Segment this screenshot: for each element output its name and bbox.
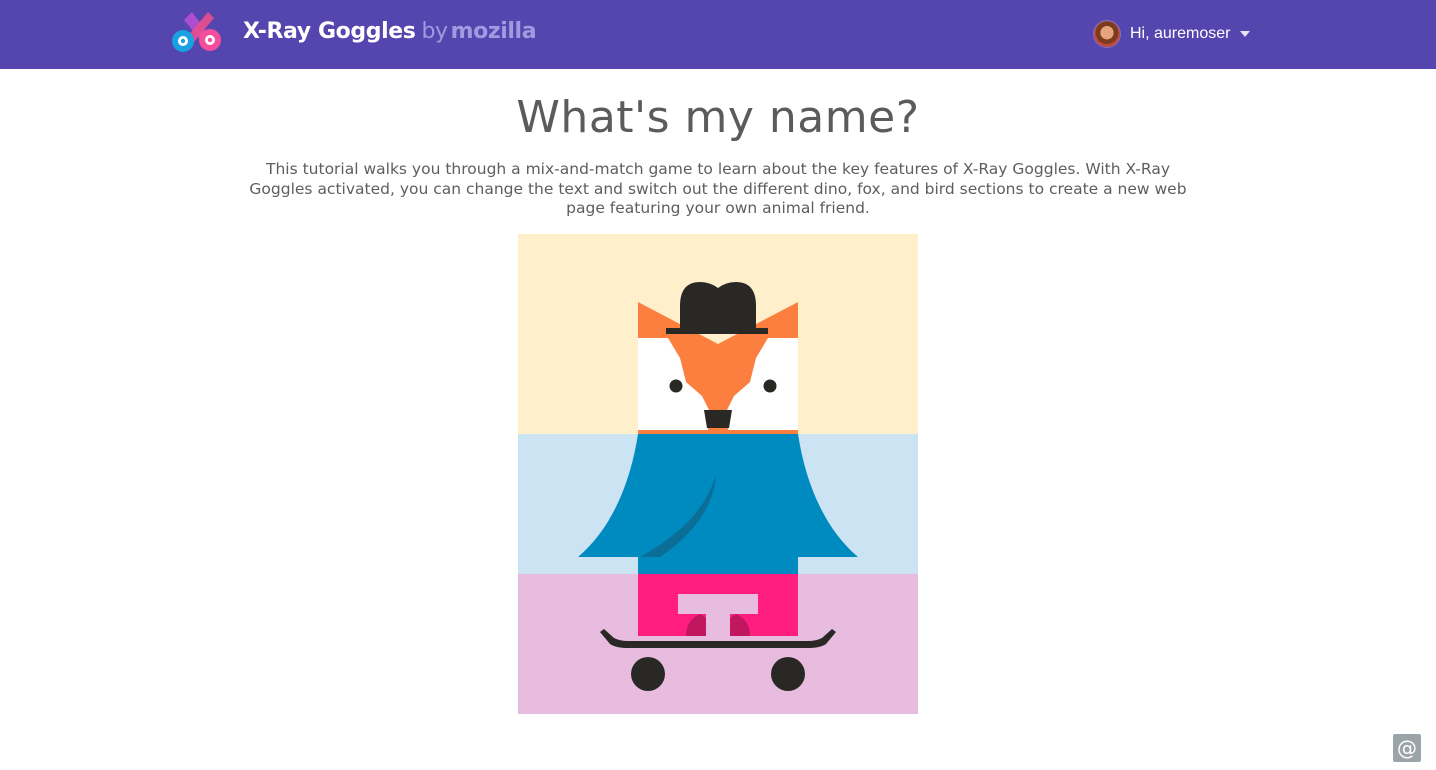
brand-maker: mozilla xyxy=(450,19,537,44)
brand-title[interactable]: X-Ray Goggles by mozilla xyxy=(243,17,537,51)
pink-pants xyxy=(638,574,798,636)
goggles-logo-icon[interactable] xyxy=(170,10,224,54)
user-greeting: Hi, auremoser xyxy=(1130,25,1231,42)
at-sign-icon: @ xyxy=(1397,736,1417,760)
fox-left-eye xyxy=(669,379,683,393)
top-navigation-bar: X-Ray Goggles by mozilla Hi, auremoser xyxy=(0,0,1436,69)
intro-paragraph: This tutorial walks you through a mix-an… xyxy=(249,160,1187,217)
app-name: X-Ray Goggles xyxy=(243,19,416,44)
animal-illustration xyxy=(518,234,918,714)
chat-button[interactable]: @ xyxy=(1393,734,1421,762)
skateboard-left-wheel xyxy=(631,657,665,691)
user-menu[interactable]: Hi, auremoser xyxy=(1094,18,1251,50)
caret-down-icon xyxy=(1240,31,1251,37)
page-title: What's my name? xyxy=(516,92,920,143)
brand-by: by xyxy=(421,19,448,44)
fox-right-eye xyxy=(763,379,777,393)
skateboard-right-wheel xyxy=(771,657,805,691)
avatar xyxy=(1094,21,1120,47)
